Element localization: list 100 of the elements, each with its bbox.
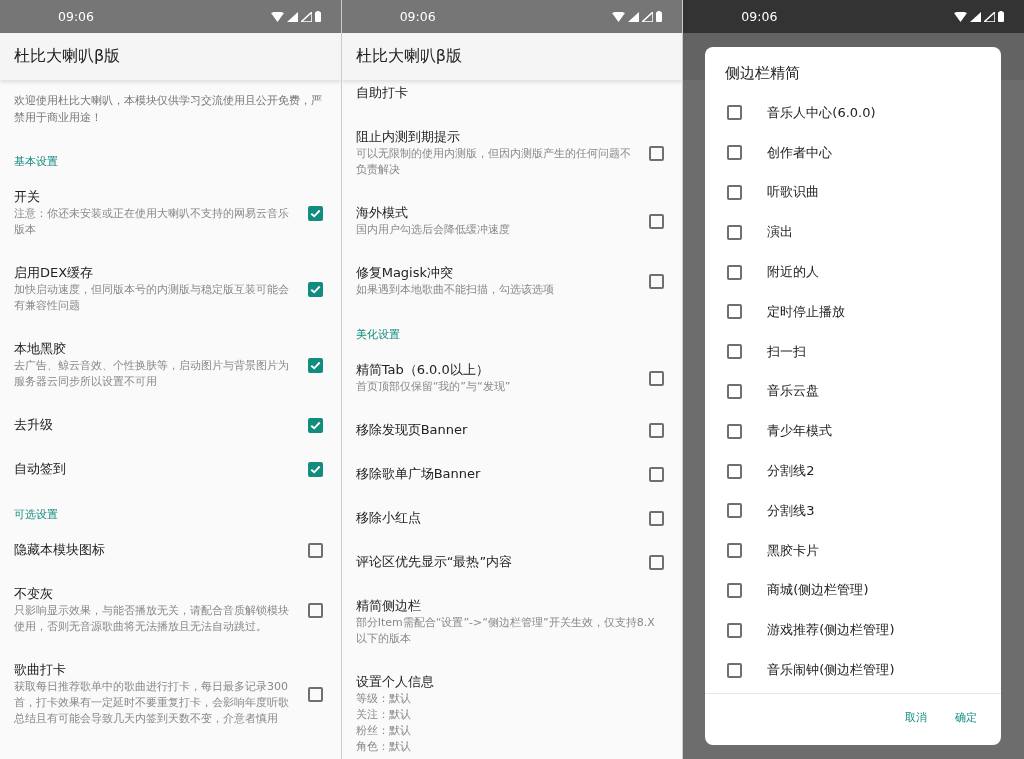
preference-item[interactable]: 歌曲打卡 获取每日推荐歌单中的歌曲进行打卡，每日最多记录300首，打卡效果有一定延时不要重复打卡，会影响年度听歌总结且有可能会导致几天内签到天数不变，介意者慎用 bbox=[0, 648, 341, 740]
checkbox[interactable] bbox=[727, 463, 743, 479]
checkbox[interactable] bbox=[727, 622, 743, 638]
dialog-option[interactable]: 青少年模式 bbox=[705, 411, 1002, 452]
dialog-option[interactable]: 扫一扫 bbox=[705, 331, 1002, 372]
preference-title: 自动签到 bbox=[14, 460, 67, 478]
preference-title: 隐藏本模块图标 bbox=[14, 541, 106, 559]
checkbox[interactable] bbox=[307, 357, 323, 373]
dialog-option[interactable]: 分割线3 bbox=[705, 490, 1002, 531]
section-header: 可选设置 bbox=[13, 507, 59, 523]
preference-summary: 粉丝：默认 bbox=[355, 723, 412, 739]
battery-icon bbox=[998, 11, 1004, 22]
preference-item[interactable]: 开关 注意：你还未安装或正在使用大喇叭不支持的网易云音乐版本 bbox=[0, 175, 341, 251]
option-label: 商城(侧边栏管理) bbox=[767, 581, 869, 600]
checkbox[interactable] bbox=[307, 461, 323, 477]
signal-icon bbox=[300, 11, 312, 22]
dialog-option[interactable]: 附近的人 bbox=[705, 252, 1002, 292]
dialog-option[interactable]: 音乐人中心(6.0.0) bbox=[705, 93, 1002, 133]
preference-item[interactable]: 移除发现页Banner bbox=[341, 408, 683, 452]
dialog-option[interactable]: 定时停止播放 bbox=[705, 292, 1002, 332]
dialog-option[interactable]: 商城(侧边栏管理) bbox=[705, 570, 1002, 611]
checkbox[interactable] bbox=[307, 281, 323, 297]
app-title: 杜比大喇叭β版 bbox=[355, 46, 462, 67]
checkbox[interactable] bbox=[307, 417, 323, 433]
preference-item[interactable]: 自助打卡 bbox=[341, 80, 683, 115]
option-label: 音乐闹钟(侧边栏管理) bbox=[767, 661, 895, 680]
checkbox[interactable] bbox=[727, 582, 743, 598]
preference-item[interactable]: 阻止内测到期提示 可以无限制的使用内测版，但因内测版产生的任何问题不负责解决 bbox=[341, 115, 683, 191]
checkbox[interactable] bbox=[649, 466, 665, 482]
option-label: 扫一扫 bbox=[767, 342, 807, 361]
checkbox[interactable] bbox=[307, 686, 323, 702]
dialog-option[interactable]: 分割线2 bbox=[705, 451, 1002, 491]
checkbox[interactable] bbox=[727, 304, 743, 320]
checkbox[interactable] bbox=[727, 105, 743, 121]
preference-item[interactable]: 海外模式 国内用户勾选后会降低缓冲速度 bbox=[341, 191, 683, 251]
dialog-option[interactable]: 游戏推荐(侧边栏管理) bbox=[705, 610, 1002, 651]
checkbox[interactable] bbox=[727, 344, 743, 360]
preference-title: 修复Magisk冲突 bbox=[355, 264, 455, 282]
preference-title: 本地黑胶 bbox=[14, 340, 67, 358]
preference-summary: 注意：你还未安装或正在使用大喇叭不支持的网易云音乐版本 bbox=[14, 206, 290, 238]
dialog-button[interactable]: 确定 bbox=[943, 702, 990, 733]
preference-item[interactable]: 本地黑胶 去广告、鲸云音效、个性换肤等，启动图片与背景图片为服务器云同步所以设置不可用 bbox=[0, 327, 341, 403]
checkbox[interactable] bbox=[727, 662, 743, 678]
option-label: 游戏推荐(侧边栏管理) bbox=[767, 621, 895, 640]
checkbox[interactable] bbox=[727, 383, 743, 399]
preference-item[interactable]: 自动签到 bbox=[0, 447, 341, 491]
checkbox[interactable] bbox=[649, 554, 665, 570]
preference-item[interactable]: 去升级 bbox=[0, 403, 341, 447]
preference-title: 精简侧边栏 bbox=[355, 597, 422, 615]
section-header: 美化设置 bbox=[354, 327, 401, 343]
dialog-option[interactable]: 创作者中心 bbox=[705, 132, 1002, 173]
preference-summary: 只影响显示效果，与能否播放无关，请配合音质解锁模块使用，否则无音源歌曲将无法播放且无法自动跳过。 bbox=[14, 603, 290, 635]
dialog-option[interactable]: 黑胶卡片 bbox=[705, 530, 1002, 571]
status-time: 09:06 bbox=[741, 9, 778, 24]
preference-item[interactable]: 设置个人信息 等级：默认 关注：默认 粉丝：默认 角色：默认 bbox=[341, 660, 683, 759]
preference-item[interactable]: 启用DEX缓存 加快启动速度，但同版本号的内测版与稳定版互装可能会有兼容性问题 bbox=[0, 251, 341, 327]
checkbox[interactable] bbox=[727, 185, 743, 200]
checkbox[interactable] bbox=[649, 145, 665, 161]
preference-item[interactable]: 评论区优先显示“最热”内容 bbox=[341, 540, 683, 584]
preference-title: 去升级 bbox=[14, 416, 54, 434]
checkbox[interactable] bbox=[307, 542, 323, 558]
dialog-option[interactable]: 音乐闹钟(侧边栏管理) bbox=[705, 650, 1002, 690]
preference-title: 海外模式 bbox=[355, 204, 409, 222]
signal-icon bbox=[286, 11, 298, 22]
preference-item[interactable]: 移除小红点 bbox=[341, 496, 683, 540]
preference-item[interactable]: 不变灰 只影响显示效果，与能否播放无关，请配合音质解锁模块使用，否则无音源歌曲将无法播放且无法自动跳过。 bbox=[0, 572, 341, 648]
dialog-button[interactable]: 取消 bbox=[893, 702, 940, 733]
preference-summary: 部分Item需配合“设置”->“侧边栏管理”开关生效，仅支持8.X以下的版本 bbox=[355, 615, 656, 647]
option-label: 音乐人中心(6.0.0) bbox=[767, 103, 876, 122]
wifi-icon bbox=[612, 11, 626, 22]
option-label: 黑胶卡片 bbox=[767, 541, 820, 560]
dialog-option[interactable]: 音乐云盘 bbox=[705, 371, 1002, 412]
preference-item[interactable]: 精简Tab（6.0.0以上） 首页顶部仅保留“我的”与“发现” bbox=[341, 348, 683, 408]
preference-summary: 国内用户勾选后会降低缓冲速度 bbox=[355, 222, 511, 238]
option-label: 分割线2 bbox=[767, 462, 815, 481]
preference-item[interactable]: 移除歌单广场Banner bbox=[341, 452, 683, 496]
dialog-option[interactable]: 听歌识曲 bbox=[705, 172, 1002, 213]
option-label: 附近的人 bbox=[767, 263, 820, 282]
checkbox[interactable] bbox=[727, 145, 743, 161]
option-label: 音乐云盘 bbox=[767, 382, 820, 401]
preference-title: 移除发现页Banner bbox=[355, 421, 469, 439]
checkbox[interactable] bbox=[649, 422, 665, 438]
checkbox[interactable] bbox=[727, 503, 743, 519]
checkbox[interactable] bbox=[649, 213, 665, 229]
option-label: 演出 bbox=[767, 223, 794, 242]
checkbox[interactable] bbox=[649, 510, 665, 526]
checkbox[interactable] bbox=[649, 370, 665, 386]
preference-item[interactable]: 修复Magisk冲突 如果遇到本地歌曲不能扫描，勾选该选项 bbox=[341, 251, 683, 311]
preference-title: 启用DEX缓存 bbox=[14, 264, 95, 282]
dialog-option[interactable]: 演出 bbox=[705, 212, 1002, 253]
checkbox[interactable] bbox=[727, 543, 743, 559]
preference-summary: 等级：默认 bbox=[355, 691, 412, 707]
preference-item[interactable]: 精简侧边栏 部分Item需配合“设置”->“侧边栏管理”开关生效，仅支持8.X以下的版本 bbox=[341, 584, 683, 660]
preference-item[interactable]: 隐藏本模块图标 bbox=[0, 528, 341, 572]
checkbox[interactable] bbox=[307, 602, 323, 618]
checkbox[interactable] bbox=[649, 273, 665, 289]
checkbox[interactable] bbox=[307, 205, 323, 221]
checkbox[interactable] bbox=[727, 224, 743, 240]
checkbox[interactable] bbox=[727, 423, 743, 439]
checkbox[interactable] bbox=[727, 264, 743, 280]
